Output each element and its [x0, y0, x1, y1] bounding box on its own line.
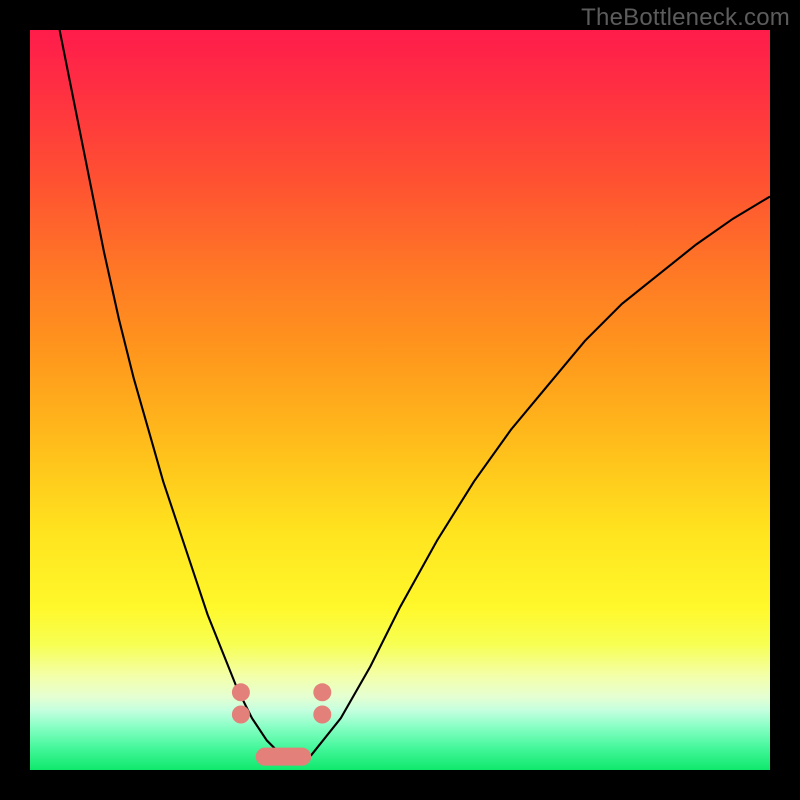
- marker-left-top: [232, 683, 250, 701]
- chart-svg: [30, 30, 770, 770]
- data-markers: [232, 683, 331, 765]
- chart-container: TheBottleneck.com: [0, 0, 800, 800]
- bottleneck-curve: [60, 30, 770, 761]
- plot-area: [30, 30, 770, 770]
- watermark: TheBottleneck.com: [581, 4, 790, 32]
- marker-bottom-bar: [256, 748, 312, 766]
- marker-right-bottom: [313, 706, 331, 724]
- marker-right-top: [313, 683, 331, 701]
- marker-left-bottom: [232, 706, 250, 724]
